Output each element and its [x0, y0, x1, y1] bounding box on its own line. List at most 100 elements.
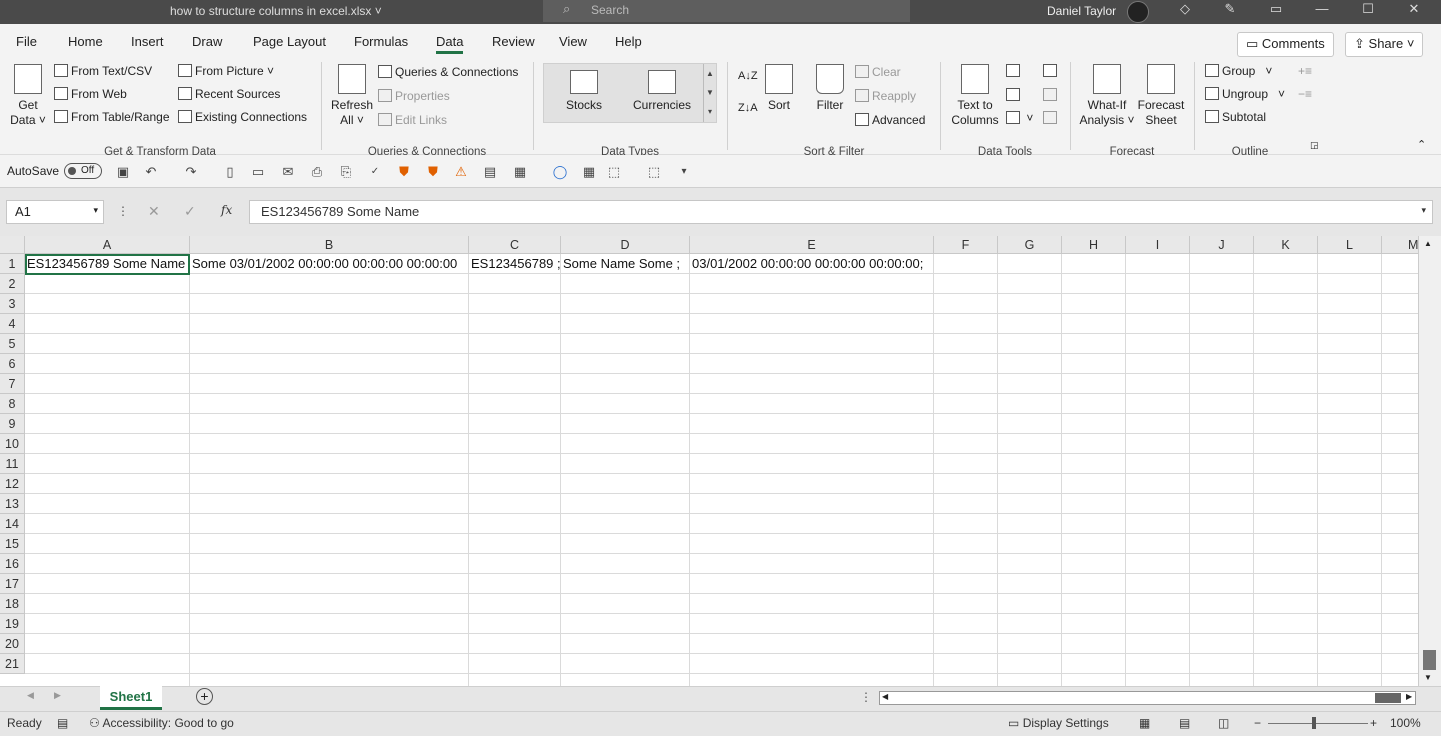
- normal-view-icon[interactable]: ▦: [1139, 716, 1150, 730]
- table-grid-icon[interactable]: ▦: [581, 164, 597, 180]
- flash-fill-button[interactable]: [1006, 64, 1023, 78]
- row-header[interactable]: 1: [0, 254, 25, 274]
- scroll-thumb[interactable]: [1423, 650, 1436, 670]
- refresh-all-button[interactable]: Refresh All ˅: [330, 64, 374, 128]
- tab-view[interactable]: View: [559, 34, 587, 49]
- column-header-d[interactable]: D: [561, 236, 690, 254]
- tab-formulas[interactable]: Formulas: [354, 34, 408, 49]
- column-header-i[interactable]: I: [1126, 236, 1190, 254]
- cell-d1[interactable]: Some Name Some ;: [561, 254, 680, 274]
- column-header-e[interactable]: E: [690, 236, 934, 254]
- advanced-filter-button[interactable]: Advanced: [855, 113, 925, 127]
- scroll-thumb[interactable]: [1375, 693, 1401, 703]
- relationships-button[interactable]: [1043, 88, 1060, 102]
- row-header[interactable]: 11: [0, 454, 25, 474]
- forecast-sheet-button[interactable]: Forecast Sheet: [1136, 64, 1186, 128]
- accessibility-status[interactable]: ⚇ Accessibility: Good to go: [89, 716, 234, 730]
- currencies-button[interactable]: Currencies: [630, 70, 694, 113]
- new-file-icon[interactable]: ▯: [222, 164, 238, 180]
- from-table-range-button[interactable]: From Table/Range: [54, 110, 170, 124]
- show-detail-icon[interactable]: +≡: [1298, 64, 1312, 78]
- pivot-icon[interactable]: ▦: [512, 164, 528, 180]
- tab-data[interactable]: Data: [436, 34, 464, 54]
- row-header[interactable]: 17: [0, 574, 25, 594]
- form-icon[interactable]: ▤: [482, 164, 498, 180]
- avatar[interactable]: [1127, 1, 1149, 23]
- group-button[interactable]: Group ˅: [1205, 64, 1272, 78]
- dialog-launcher-icon[interactable]: ◲: [1310, 140, 1319, 151]
- cell-b1[interactable]: Some 03/01/2002 00:00:00 00:00:00 00:00:…: [190, 254, 457, 274]
- remove-duplicates-button[interactable]: [1006, 88, 1023, 102]
- cell-e1[interactable]: 03/01/2002 00:00:00 00:00:00 00:00:00;: [690, 254, 923, 274]
- save-icon[interactable]: ▣: [115, 164, 131, 180]
- sort-ascending-button[interactable]: A↓Z: [738, 70, 758, 82]
- minimize-icon[interactable]: —: [1307, 1, 1337, 16]
- tab-insert[interactable]: Insert: [131, 34, 164, 49]
- page-layout-view-icon[interactable]: ▤: [1179, 716, 1190, 730]
- page-break-view-icon[interactable]: ◫: [1218, 716, 1229, 730]
- zoom-out-icon[interactable]: −: [1254, 716, 1261, 730]
- sort-descending-button[interactable]: Z↓A: [738, 102, 758, 114]
- clear-filter-button[interactable]: Clear: [855, 65, 901, 79]
- column-header-m[interactable]: M: [1382, 236, 1418, 254]
- share-button[interactable]: ⇪ Share ˅: [1345, 32, 1424, 57]
- edit-links-button[interactable]: Edit Links: [378, 113, 447, 127]
- filter-button[interactable]: Filter: [812, 64, 848, 113]
- tab-home[interactable]: Home: [68, 34, 103, 49]
- screenshot-icon[interactable]: ⬚: [606, 164, 622, 180]
- file-name[interactable]: how to structure columns in excel.xlsx ˅: [170, 4, 382, 18]
- stocks-button[interactable]: Stocks: [560, 70, 608, 113]
- queries-connections-button[interactable]: Queries & Connections: [378, 65, 518, 79]
- more-icon[interactable]: ⋮: [117, 204, 129, 218]
- row-header[interactable]: 10: [0, 434, 25, 454]
- tab-review[interactable]: Review: [492, 34, 535, 49]
- undo-icon[interactable]: ↶: [143, 164, 159, 180]
- row-header[interactable]: 13: [0, 494, 25, 514]
- cell-c1[interactable]: ES123456789 ;: [469, 254, 561, 274]
- from-text-csv-button[interactable]: From Text/CSV: [54, 64, 152, 78]
- autosave-toggle[interactable]: Off: [64, 163, 102, 179]
- tab-page-layout[interactable]: Page Layout: [253, 34, 326, 49]
- camera-icon[interactable]: ⬚: [646, 164, 662, 180]
- shield-icon[interactable]: ⛊: [396, 164, 412, 180]
- macro-icon[interactable]: ▤: [57, 716, 68, 730]
- zoom-in-icon[interactable]: +: [1370, 716, 1377, 730]
- row-header[interactable]: 8: [0, 394, 25, 414]
- zoom-slider-thumb[interactable]: [1312, 717, 1316, 729]
- spelling-icon[interactable]: ✓: [367, 164, 383, 180]
- row-header[interactable]: 6: [0, 354, 25, 374]
- diamond-icon[interactable]: ◇: [1170, 1, 1200, 17]
- column-header-k[interactable]: K: [1254, 236, 1318, 254]
- ribbon-display-icon[interactable]: ▭: [1261, 1, 1291, 17]
- sheet-tab-sheet1[interactable]: Sheet1: [100, 686, 162, 710]
- next-sheet-icon[interactable]: ▶: [54, 690, 61, 701]
- column-header-h[interactable]: H: [1062, 236, 1126, 254]
- row-header[interactable]: 12: [0, 474, 25, 494]
- row-header[interactable]: 4: [0, 314, 25, 334]
- sort-button[interactable]: Sort: [762, 64, 796, 113]
- existing-connections-button[interactable]: Existing Connections: [178, 110, 307, 124]
- hide-detail-icon[interactable]: −≡: [1298, 87, 1312, 101]
- consolidate-button[interactable]: [1043, 64, 1060, 78]
- text-to-columns-button[interactable]: Text to Columns: [948, 64, 1002, 128]
- insert-function-icon[interactable]: fx: [221, 203, 232, 217]
- get-data-button[interactable]: Get Data ˅: [8, 64, 48, 128]
- add-sheet-icon[interactable]: +: [196, 688, 213, 705]
- column-header-j[interactable]: J: [1190, 236, 1254, 254]
- row-header[interactable]: 7: [0, 374, 25, 394]
- pen-icon[interactable]: ✎: [1215, 1, 1245, 17]
- quick-print-icon[interactable]: ⎙: [309, 164, 325, 180]
- collapse-ribbon-icon[interactable]: ⌃: [1417, 138, 1426, 151]
- row-header[interactable]: 3: [0, 294, 25, 314]
- vertical-scrollbar[interactable]: ▲ ▼: [1418, 236, 1441, 686]
- what-if-analysis-button[interactable]: What-If Analysis ˅: [1078, 64, 1136, 128]
- row-header[interactable]: 5: [0, 334, 25, 354]
- row-header[interactable]: 9: [0, 414, 25, 434]
- display-settings-button[interactable]: ▭ Display Settings: [1008, 716, 1109, 730]
- prev-sheet-icon[interactable]: ◀: [27, 690, 34, 701]
- gallery-scroll[interactable]: ▲ ▼ ▾: [703, 64, 716, 122]
- row-header[interactable]: 2: [0, 274, 25, 294]
- recent-sources-button[interactable]: Recent Sources: [178, 87, 280, 101]
- select-all-corner[interactable]: [0, 236, 25, 254]
- open-folder-icon[interactable]: ▭: [250, 164, 266, 180]
